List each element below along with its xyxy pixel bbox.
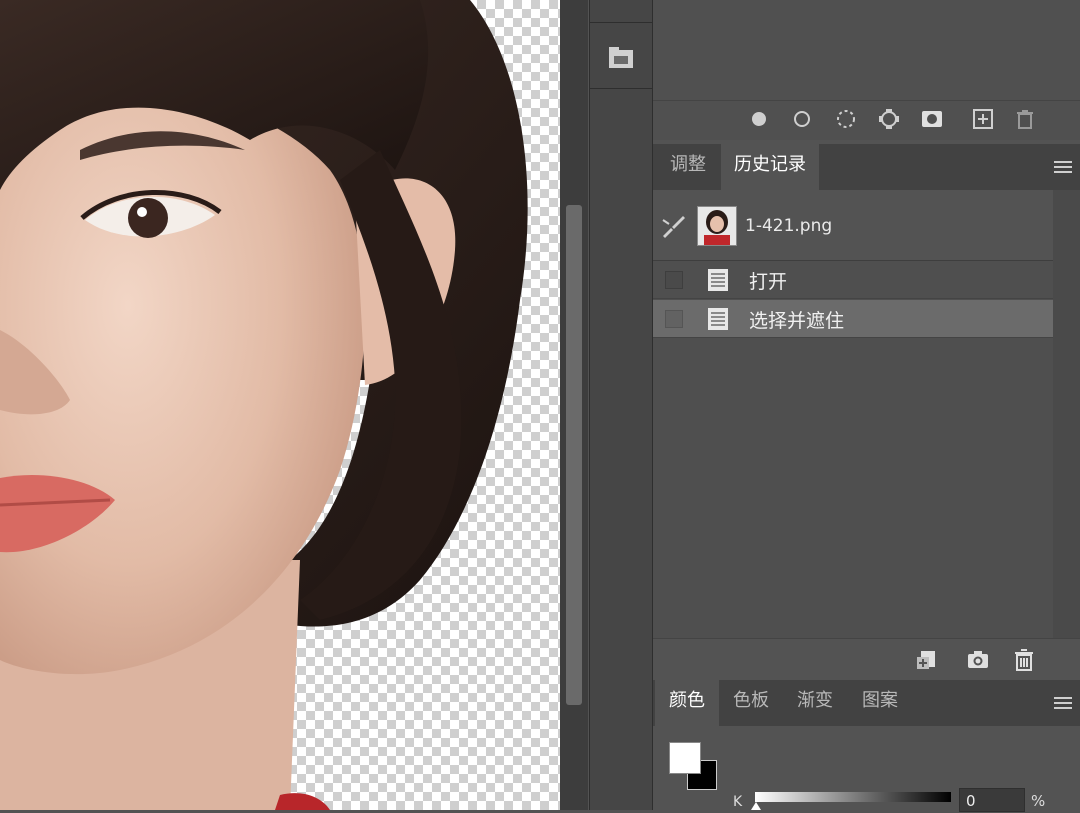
panel-menu-icon[interactable]: [1054, 160, 1072, 174]
history-list: 1-421.png 打开 选择并遮住: [653, 190, 1053, 638]
portrait-image: [0, 0, 528, 810]
color-tabbar: 颜色 色板 渐变 图案: [653, 680, 1080, 726]
snapshot-thumbnail: [697, 206, 737, 246]
history-step-selected[interactable]: 选择并遮住: [653, 300, 1053, 338]
new-path-icon[interactable]: [972, 108, 994, 130]
k-unit-label: %: [1031, 792, 1046, 810]
collapsed-panel-strip: [589, 0, 653, 810]
foreground-color-swatch[interactable]: [669, 742, 701, 774]
k-slider-handle[interactable]: [751, 802, 761, 810]
mask-icon[interactable]: [921, 108, 943, 130]
panel-menu-icon[interactable]: [1054, 696, 1072, 710]
selection-path-icon[interactable]: [835, 108, 857, 130]
history-snapshot[interactable]: 1-421.png: [653, 190, 1053, 261]
history-step-checkbox[interactable]: [665, 271, 683, 289]
document-icon: [708, 308, 728, 330]
history-step-label: 选择并遮住: [749, 310, 845, 332]
delete-path-icon[interactable]: [1014, 108, 1036, 130]
canvas-scrollbar-thumb[interactable]: [566, 205, 582, 705]
tab-adjustments[interactable]: 调整: [655, 144, 721, 190]
history-tabbar: 调整 历史记录: [653, 144, 1080, 190]
history-scrollbar[interactable]: [1053, 190, 1080, 638]
trash-icon[interactable]: [1012, 648, 1036, 672]
history-step[interactable]: 打开: [653, 261, 1053, 299]
snapshot-name: 1-421.png: [745, 216, 833, 236]
tab-history[interactable]: 历史记录: [721, 144, 819, 190]
history-brush-icon[interactable]: [661, 214, 687, 238]
document-canvas[interactable]: [0, 0, 560, 810]
history-step-checkbox[interactable]: [665, 310, 683, 328]
history-footer: [653, 638, 1080, 681]
k-channel-slider[interactable]: [755, 792, 951, 802]
color-panel: K 0 %: [653, 726, 1080, 812]
fill-path-icon[interactable]: [748, 108, 770, 130]
k-value-input[interactable]: 0: [959, 788, 1025, 812]
work-path-icon[interactable]: [878, 108, 900, 130]
folder-panel-icon[interactable]: [607, 44, 635, 72]
new-document-from-state-icon[interactable]: [915, 648, 939, 672]
tab-patterns[interactable]: 图案: [847, 680, 913, 726]
camera-icon[interactable]: [966, 648, 990, 672]
k-channel-label: K: [733, 794, 743, 810]
history-step-label: 打开: [749, 271, 788, 293]
tab-swatches[interactable]: 色板: [719, 680, 783, 726]
tab-color[interactable]: 颜色: [655, 680, 719, 726]
document-icon: [708, 269, 728, 291]
stroke-path-icon[interactable]: [791, 108, 813, 130]
tab-gradients[interactable]: 渐变: [783, 680, 847, 726]
